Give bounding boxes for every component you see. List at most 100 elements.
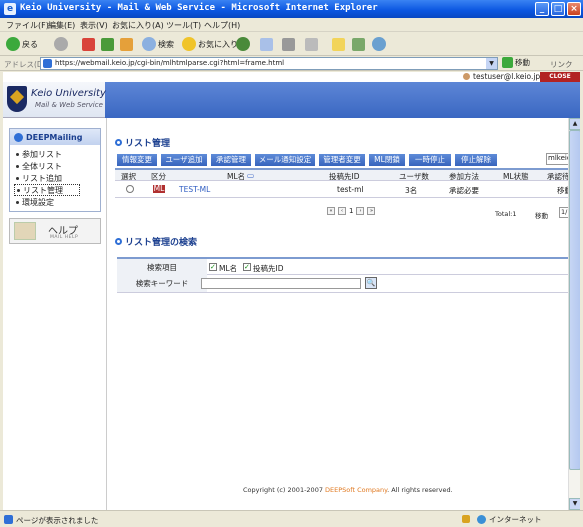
help-button[interactable]: ヘルプ MAIL HELP <box>9 218 101 244</box>
minimize-button[interactable]: _ <box>535 2 549 16</box>
close-ml-button[interactable]: ML閉鎖 <box>369 154 405 166</box>
deepmailing-menu: DEEPMailing 参加リスト 全体リスト リスト追加 リスト管理 環境設定 <box>9 128 101 212</box>
ml-name-link[interactable]: TEST-ML <box>179 185 210 194</box>
info-change-button[interactable]: 情報変更 <box>117 154 157 166</box>
company-link[interactable]: DEEPSoft Company <box>325 486 387 494</box>
sidebar-item-settings[interactable]: 環境設定 <box>10 196 100 208</box>
help-book-icon <box>14 222 36 240</box>
row-radio[interactable] <box>126 185 134 193</box>
scroll-up-icon[interactable]: ▲ <box>569 118 580 130</box>
refresh-button[interactable] <box>101 35 114 53</box>
ml-search-input[interactable]: mlkeio <box>546 153 570 165</box>
stop-button[interactable] <box>82 35 95 53</box>
bullet-icon <box>16 152 19 156</box>
go-button[interactable]: 移動 <box>502 57 530 68</box>
deepmailing-icon <box>14 132 23 142</box>
move-label[interactable]: 移動 <box>535 210 548 220</box>
globe-icon <box>477 515 486 524</box>
keyword-input[interactable] <box>201 278 361 289</box>
history-icon <box>236 37 250 51</box>
logo[interactable]: Keio University Mail & Web Service <box>3 82 106 118</box>
menu-edit[interactable]: 編集(E) <box>48 20 75 31</box>
search-item-label: 検索項目 <box>117 259 207 276</box>
title-bar: e Keio University - Mail & Web Service -… <box>0 0 583 18</box>
menu-help[interactable]: ヘルプ(H) <box>204 20 240 31</box>
forward-arrow-icon <box>54 37 68 51</box>
col-state: ML状態 <box>503 172 529 181</box>
menu-favorites[interactable]: お気に入り(A) <box>112 20 164 31</box>
sidebar-item-all-list[interactable]: 全体リスト <box>10 160 100 172</box>
mail-button[interactable] <box>260 35 273 53</box>
messenger-icon <box>372 37 386 51</box>
user-info: testuser@l.keio.jp <box>463 72 540 81</box>
col-select: 選択 <box>121 172 136 181</box>
address-input[interactable]: https://webmail.keio.jp/cgi-bin/mlhtmlpa… <box>40 57 498 70</box>
add-user-button[interactable]: ユーザ追加 <box>161 154 207 166</box>
search-submit-button[interactable]: 🔍 <box>365 277 377 289</box>
search-icon <box>142 37 156 51</box>
forward-button[interactable] <box>54 35 68 53</box>
prev-page-button[interactable]: ‹ <box>338 207 346 215</box>
security-zone: インターネット <box>477 514 542 525</box>
ml-name-checkbox[interactable]: ✓ <box>209 263 217 271</box>
menu-bar: ファイル(F) 編集(E) 表示(V) お気に入り(A) ツール(T) ヘルプ(… <box>0 18 583 32</box>
search-section-title: リスト管理の検索 <box>115 235 197 248</box>
scroll-down-icon[interactable]: ▼ <box>569 498 580 510</box>
user-icon <box>463 73 470 80</box>
col-join: 参加方法 <box>449 172 479 181</box>
research-button[interactable] <box>352 35 365 53</box>
sidebar-item-join-list[interactable]: 参加リスト <box>10 148 100 160</box>
users-cell: 3名 <box>405 186 418 195</box>
back-button[interactable]: 戻る <box>6 35 38 53</box>
post-id-check-label: 投稿先ID <box>253 264 284 273</box>
approval-button[interactable]: 承認管理 <box>211 154 251 166</box>
menu-file[interactable]: ファイル(F) <box>6 20 49 31</box>
post-id-checkbox[interactable]: ✓ <box>243 263 251 271</box>
stop-icon <box>82 37 95 51</box>
search-button[interactable]: 検索 <box>142 35 174 53</box>
site-header: Keio University Mail & Web Service testu… <box>3 72 580 118</box>
edit-button[interactable] <box>305 35 318 53</box>
close-button[interactable]: CLOSE <box>540 72 580 82</box>
history-button[interactable] <box>236 35 250 53</box>
change-admin-button[interactable]: 管理者変更 <box>319 154 365 166</box>
last-page-button[interactable]: » <box>367 207 376 215</box>
close-window-button[interactable]: × <box>567 2 581 16</box>
mail-notify-button[interactable]: メール通知設定 <box>255 154 315 166</box>
research-icon <box>352 37 365 51</box>
maximize-button[interactable]: □ <box>551 2 565 16</box>
sidebar-item-add-list[interactable]: リスト追加 <box>10 172 100 184</box>
bullet-icon <box>16 176 19 180</box>
next-page-button[interactable]: › <box>356 207 365 215</box>
print-icon <box>282 37 295 51</box>
col-ml-name[interactable]: ML名 <box>227 171 245 182</box>
bullet-icon <box>16 164 19 168</box>
mail-icon <box>260 37 273 51</box>
table-row: ML TEST-ML test-ml 3名 承認必要 移動 <box>115 184 572 198</box>
list-section-title: リスト管理 <box>115 136 170 149</box>
table-header: 選択 区分 ML名 ▭ 投稿先ID ユーザ数 参加方法 ML状態 承認待 <box>115 168 570 182</box>
page-number[interactable]: 1 <box>349 207 353 215</box>
print-button[interactable] <box>282 35 295 53</box>
links-button[interactable]: リンク <box>550 59 573 70</box>
favorites-button[interactable]: お気に入り <box>182 35 238 53</box>
home-button[interactable] <box>120 35 133 53</box>
notes-button[interactable] <box>332 35 345 53</box>
menu-view[interactable]: 表示(V) <box>80 20 108 31</box>
resume-button[interactable]: 停止解除 <box>455 154 497 166</box>
chevron-down-icon[interactable]: ▼ <box>486 58 497 69</box>
home-icon <box>120 37 133 51</box>
col-post-id: 投稿先ID <box>329 172 360 181</box>
window-title: Keio University - Mail & Web Service - M… <box>20 3 378 13</box>
messenger-button[interactable] <box>372 35 386 53</box>
vertical-scrollbar[interactable]: ▲ ▼ <box>568 118 580 510</box>
total-count: Total:1 <box>495 210 517 218</box>
sort-icon[interactable]: ▭ <box>247 171 254 180</box>
ml-name-check-label: ML名 <box>219 264 238 273</box>
menu-tools[interactable]: ツール(T) <box>166 20 201 31</box>
sidebar-item-manage-list[interactable]: リスト管理 <box>14 184 80 196</box>
edit-icon <box>305 37 318 51</box>
pause-button[interactable]: 一時停止 <box>409 154 451 166</box>
scroll-thumb[interactable] <box>569 130 580 470</box>
first-page-button[interactable]: « <box>327 207 335 215</box>
